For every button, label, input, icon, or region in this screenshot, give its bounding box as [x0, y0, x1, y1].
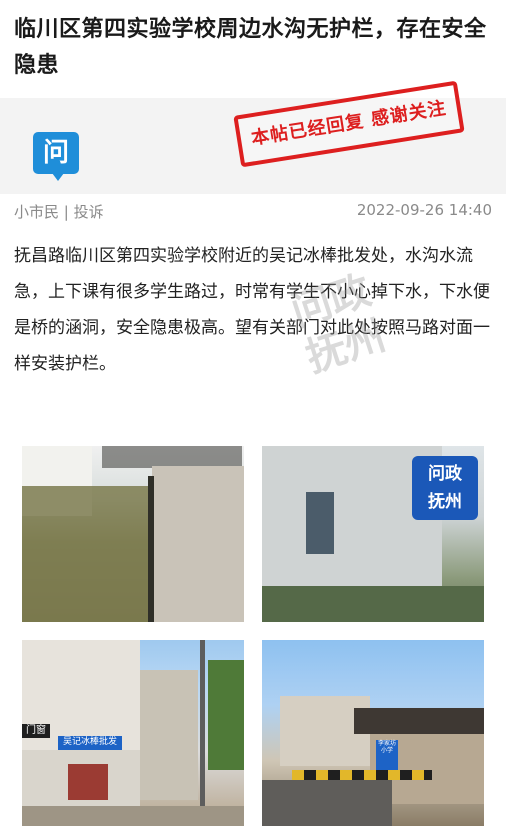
road — [262, 780, 392, 826]
post-meta-author: 小市民 | 投诉 — [14, 201, 104, 222]
red-shutter — [68, 764, 108, 800]
post-category[interactable]: 投诉 — [74, 203, 104, 221]
utility-pole — [200, 640, 205, 826]
question-icon: 问 — [33, 132, 79, 174]
walkway — [152, 466, 244, 622]
meta-separator: | — [59, 203, 74, 221]
water-surface — [22, 486, 152, 622]
post-datetime: 2022-09-26 14:40 — [356, 201, 492, 219]
post-page: 临川区第四实验学校周边水沟无护栏，存在安全隐患 问 本帖已经回复 感谢关注 小市… — [0, 0, 506, 827]
yellow-black-railing — [292, 770, 432, 780]
street-photo-4[interactable]: 李家坊小学 — [262, 640, 484, 826]
question-icon-tail — [52, 173, 64, 181]
ditch-photo-1[interactable] — [22, 446, 244, 622]
tiled-roof — [354, 708, 484, 734]
logo-line-1: 问政 — [428, 464, 462, 484]
ditch-water — [262, 586, 484, 622]
street-photo-3[interactable]: 门窗 吴记冰棒批发 — [22, 640, 244, 826]
post-title: 临川区第四实验学校周边水沟无护栏，存在安全隐患 — [14, 17, 487, 78]
author-name[interactable]: 小市民 — [14, 203, 59, 221]
building-balconies — [140, 670, 198, 800]
ditch-photo-2[interactable]: 问政 抚州 — [262, 446, 484, 622]
logo-line-2: 抚州 — [428, 492, 462, 512]
post-body: 抚昌路临川区第四实验学校附近的吴记冰棒批发处，水沟水流急，上下课有很多学生路过，… — [14, 246, 490, 374]
ditch-edge — [148, 476, 154, 622]
window — [306, 492, 334, 554]
trees — [208, 660, 244, 770]
sidewalk — [22, 806, 244, 826]
store-sign: 吴记冰棒批发 — [58, 736, 122, 750]
shop-sign: 门窗 — [22, 724, 50, 738]
railing-shadow — [102, 446, 242, 468]
wenzheng-logo-badge: 问政 抚州 — [412, 456, 478, 520]
road-sign: 李家坊小学 — [376, 740, 398, 770]
